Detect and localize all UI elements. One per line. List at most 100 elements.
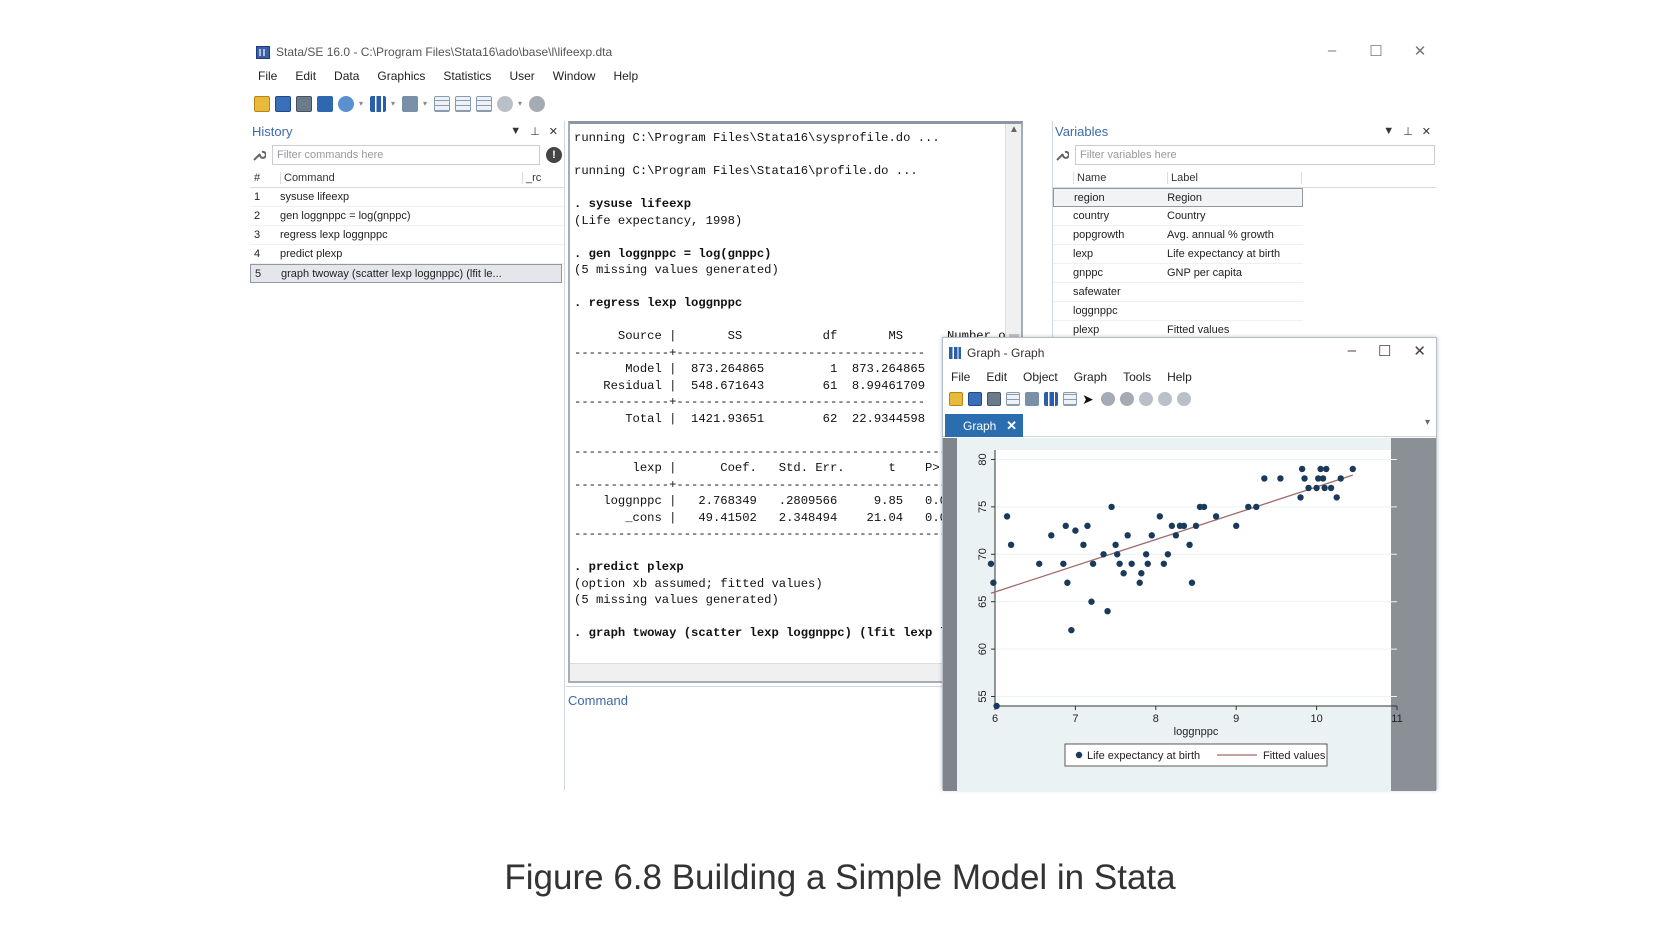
graph-open-icon[interactable] xyxy=(949,392,963,406)
data-point xyxy=(1048,532,1055,539)
menu-window[interactable]: Window xyxy=(553,69,596,83)
minimize-button[interactable]: – xyxy=(1321,42,1343,60)
data-point xyxy=(1138,570,1145,577)
graph-print-icon[interactable] xyxy=(987,392,1001,406)
redo-icon[interactable] xyxy=(1120,392,1134,406)
copy-icon[interactable] xyxy=(1006,392,1020,406)
graph-icon[interactable] xyxy=(370,96,386,112)
history-row[interactable]: 2 gen loggnppc = log(gnppc) xyxy=(250,207,564,226)
graph-menu-graph[interactable]: Graph xyxy=(1074,370,1107,384)
variable-row[interactable]: safewater xyxy=(1053,283,1303,302)
data-point xyxy=(1233,522,1240,530)
pin-icon[interactable]: ⊥ xyxy=(1403,125,1413,138)
do-file-editor-icon[interactable] xyxy=(402,96,418,112)
graph-menu-object[interactable]: Object xyxy=(1023,370,1058,384)
data-point xyxy=(1180,522,1188,530)
viewer-icon[interactable] xyxy=(338,96,354,112)
maximize-button[interactable]: ☐ xyxy=(1365,42,1387,60)
print-icon[interactable] xyxy=(296,96,312,112)
menu-data[interactable]: Data xyxy=(334,69,359,83)
history-row[interactable]: 1 sysuse lifeexp xyxy=(250,188,564,207)
open-folder-icon[interactable] xyxy=(254,96,270,112)
variable-row[interactable]: lexp Life expectancy at birth xyxy=(1053,245,1303,264)
graph-menu-tools[interactable]: Tools xyxy=(1123,370,1151,384)
close-panel-icon[interactable]: ✕ xyxy=(549,125,558,138)
variables-filter-input[interactable]: Filter variables here xyxy=(1075,145,1435,165)
history-row[interactable]: 4 predict plexp xyxy=(250,245,564,264)
graph-menu-file[interactable]: File xyxy=(951,370,970,384)
graph-menu-help[interactable]: Help xyxy=(1167,370,1192,384)
rename-icon[interactable] xyxy=(1025,392,1039,406)
save-icon[interactable] xyxy=(275,96,291,112)
data-point xyxy=(1337,475,1344,482)
variable-row-selected[interactable]: region Region xyxy=(1053,188,1303,207)
data-point xyxy=(1192,522,1200,530)
menu-file[interactable]: File xyxy=(258,69,277,83)
data-point xyxy=(1333,494,1340,501)
filter-icon[interactable]: ▼ xyxy=(510,125,521,138)
break-icon[interactable] xyxy=(529,96,545,112)
filter-icon[interactable]: ▼ xyxy=(1383,125,1394,138)
scroll-up-icon[interactable]: ▲ xyxy=(1006,124,1021,135)
undo-icon[interactable] xyxy=(1101,392,1115,406)
figure-caption: Figure 6.8 Building a Simple Model in St… xyxy=(504,858,1176,897)
data-icon[interactable] xyxy=(1063,392,1077,406)
graph-menu-edit[interactable]: Edit xyxy=(986,370,1007,384)
data-point xyxy=(1277,475,1284,482)
variable-row[interactable]: loggnppc xyxy=(1053,302,1303,321)
menu-graphics[interactable]: Graphics xyxy=(377,69,425,83)
log-icon[interactable] xyxy=(317,96,333,112)
data-point xyxy=(1321,484,1328,492)
menu-edit[interactable]: Edit xyxy=(295,69,316,83)
menu-help[interactable]: Help xyxy=(613,69,638,83)
pointer-cursor-icon: ➤ xyxy=(1082,391,1094,407)
graph-maximize-button[interactable]: ☐ xyxy=(1378,342,1391,360)
record-icon[interactable] xyxy=(1139,392,1153,406)
data-point xyxy=(1317,465,1324,473)
close-panel-icon[interactable]: ✕ xyxy=(1422,125,1431,138)
col-rc[interactable]: _rc xyxy=(522,172,560,184)
variable-row[interactable]: country Country xyxy=(1053,207,1303,226)
col-command[interactable]: Command xyxy=(280,172,522,184)
data-point xyxy=(1298,465,1306,473)
graph-editor-icon[interactable] xyxy=(1044,392,1058,406)
variable-row[interactable]: popgrowth Avg. annual % growth xyxy=(1053,226,1303,245)
tab-dropdown-icon[interactable]: ▾ xyxy=(1425,417,1430,428)
history-row[interactable]: 3 regress lexp loggnppc xyxy=(250,226,564,245)
variable-row[interactable]: gnppc GNP per capita xyxy=(1053,264,1303,283)
close-button[interactable]: ✕ xyxy=(1409,42,1431,60)
variables-manager-icon[interactable] xyxy=(476,96,492,112)
tab-graph[interactable]: Graph ✕ xyxy=(945,414,1023,437)
history-filter-input[interactable]: Filter commands here xyxy=(272,145,540,165)
graph-window-icon xyxy=(949,347,961,359)
col-label[interactable]: Label xyxy=(1167,172,1302,184)
y-tick-label: 75 xyxy=(977,501,989,513)
viewer-dropdown-icon[interactable]: ▾ xyxy=(359,96,365,112)
x-tick-label: 11 xyxy=(1391,713,1402,725)
data-point xyxy=(1305,484,1312,492)
play-icon[interactable] xyxy=(1177,392,1191,406)
editor-dropdown-icon[interactable]: ▾ xyxy=(423,96,429,112)
menu-statistics[interactable]: Statistics xyxy=(443,69,491,83)
graph-save-icon[interactable] xyxy=(968,392,982,406)
tab-close-icon[interactable]: ✕ xyxy=(1006,418,1017,434)
y-tick-label: 80 xyxy=(977,453,989,465)
results-line: (5 missing values generated) xyxy=(574,263,779,277)
more-dropdown-icon[interactable]: ▾ xyxy=(518,96,524,112)
col-name[interactable]: Name xyxy=(1073,172,1167,184)
data-point xyxy=(1112,541,1119,549)
graph-dropdown-icon[interactable]: ▾ xyxy=(391,96,397,112)
more-icon[interactable] xyxy=(497,96,513,112)
pin-icon[interactable]: ⊥ xyxy=(530,125,540,138)
history-row-selected[interactable]: 5 graph twoway (scatter lexp loggnppc) (… xyxy=(250,264,562,283)
graph-close-button[interactable]: ✕ xyxy=(1413,342,1426,360)
title-bar: Stata/SE 16.0 - C:\Program Files\Stata16… xyxy=(250,38,1437,66)
data-point xyxy=(1120,570,1127,577)
data-browser-icon[interactable] xyxy=(455,96,471,112)
graph-minimize-button[interactable]: – xyxy=(1348,342,1356,360)
data-point xyxy=(1327,484,1335,492)
menu-user[interactable]: User xyxy=(509,69,534,83)
pause-icon[interactable] xyxy=(1158,392,1172,406)
info-icon[interactable]: ! xyxy=(546,147,562,163)
data-editor-icon[interactable] xyxy=(434,96,450,112)
